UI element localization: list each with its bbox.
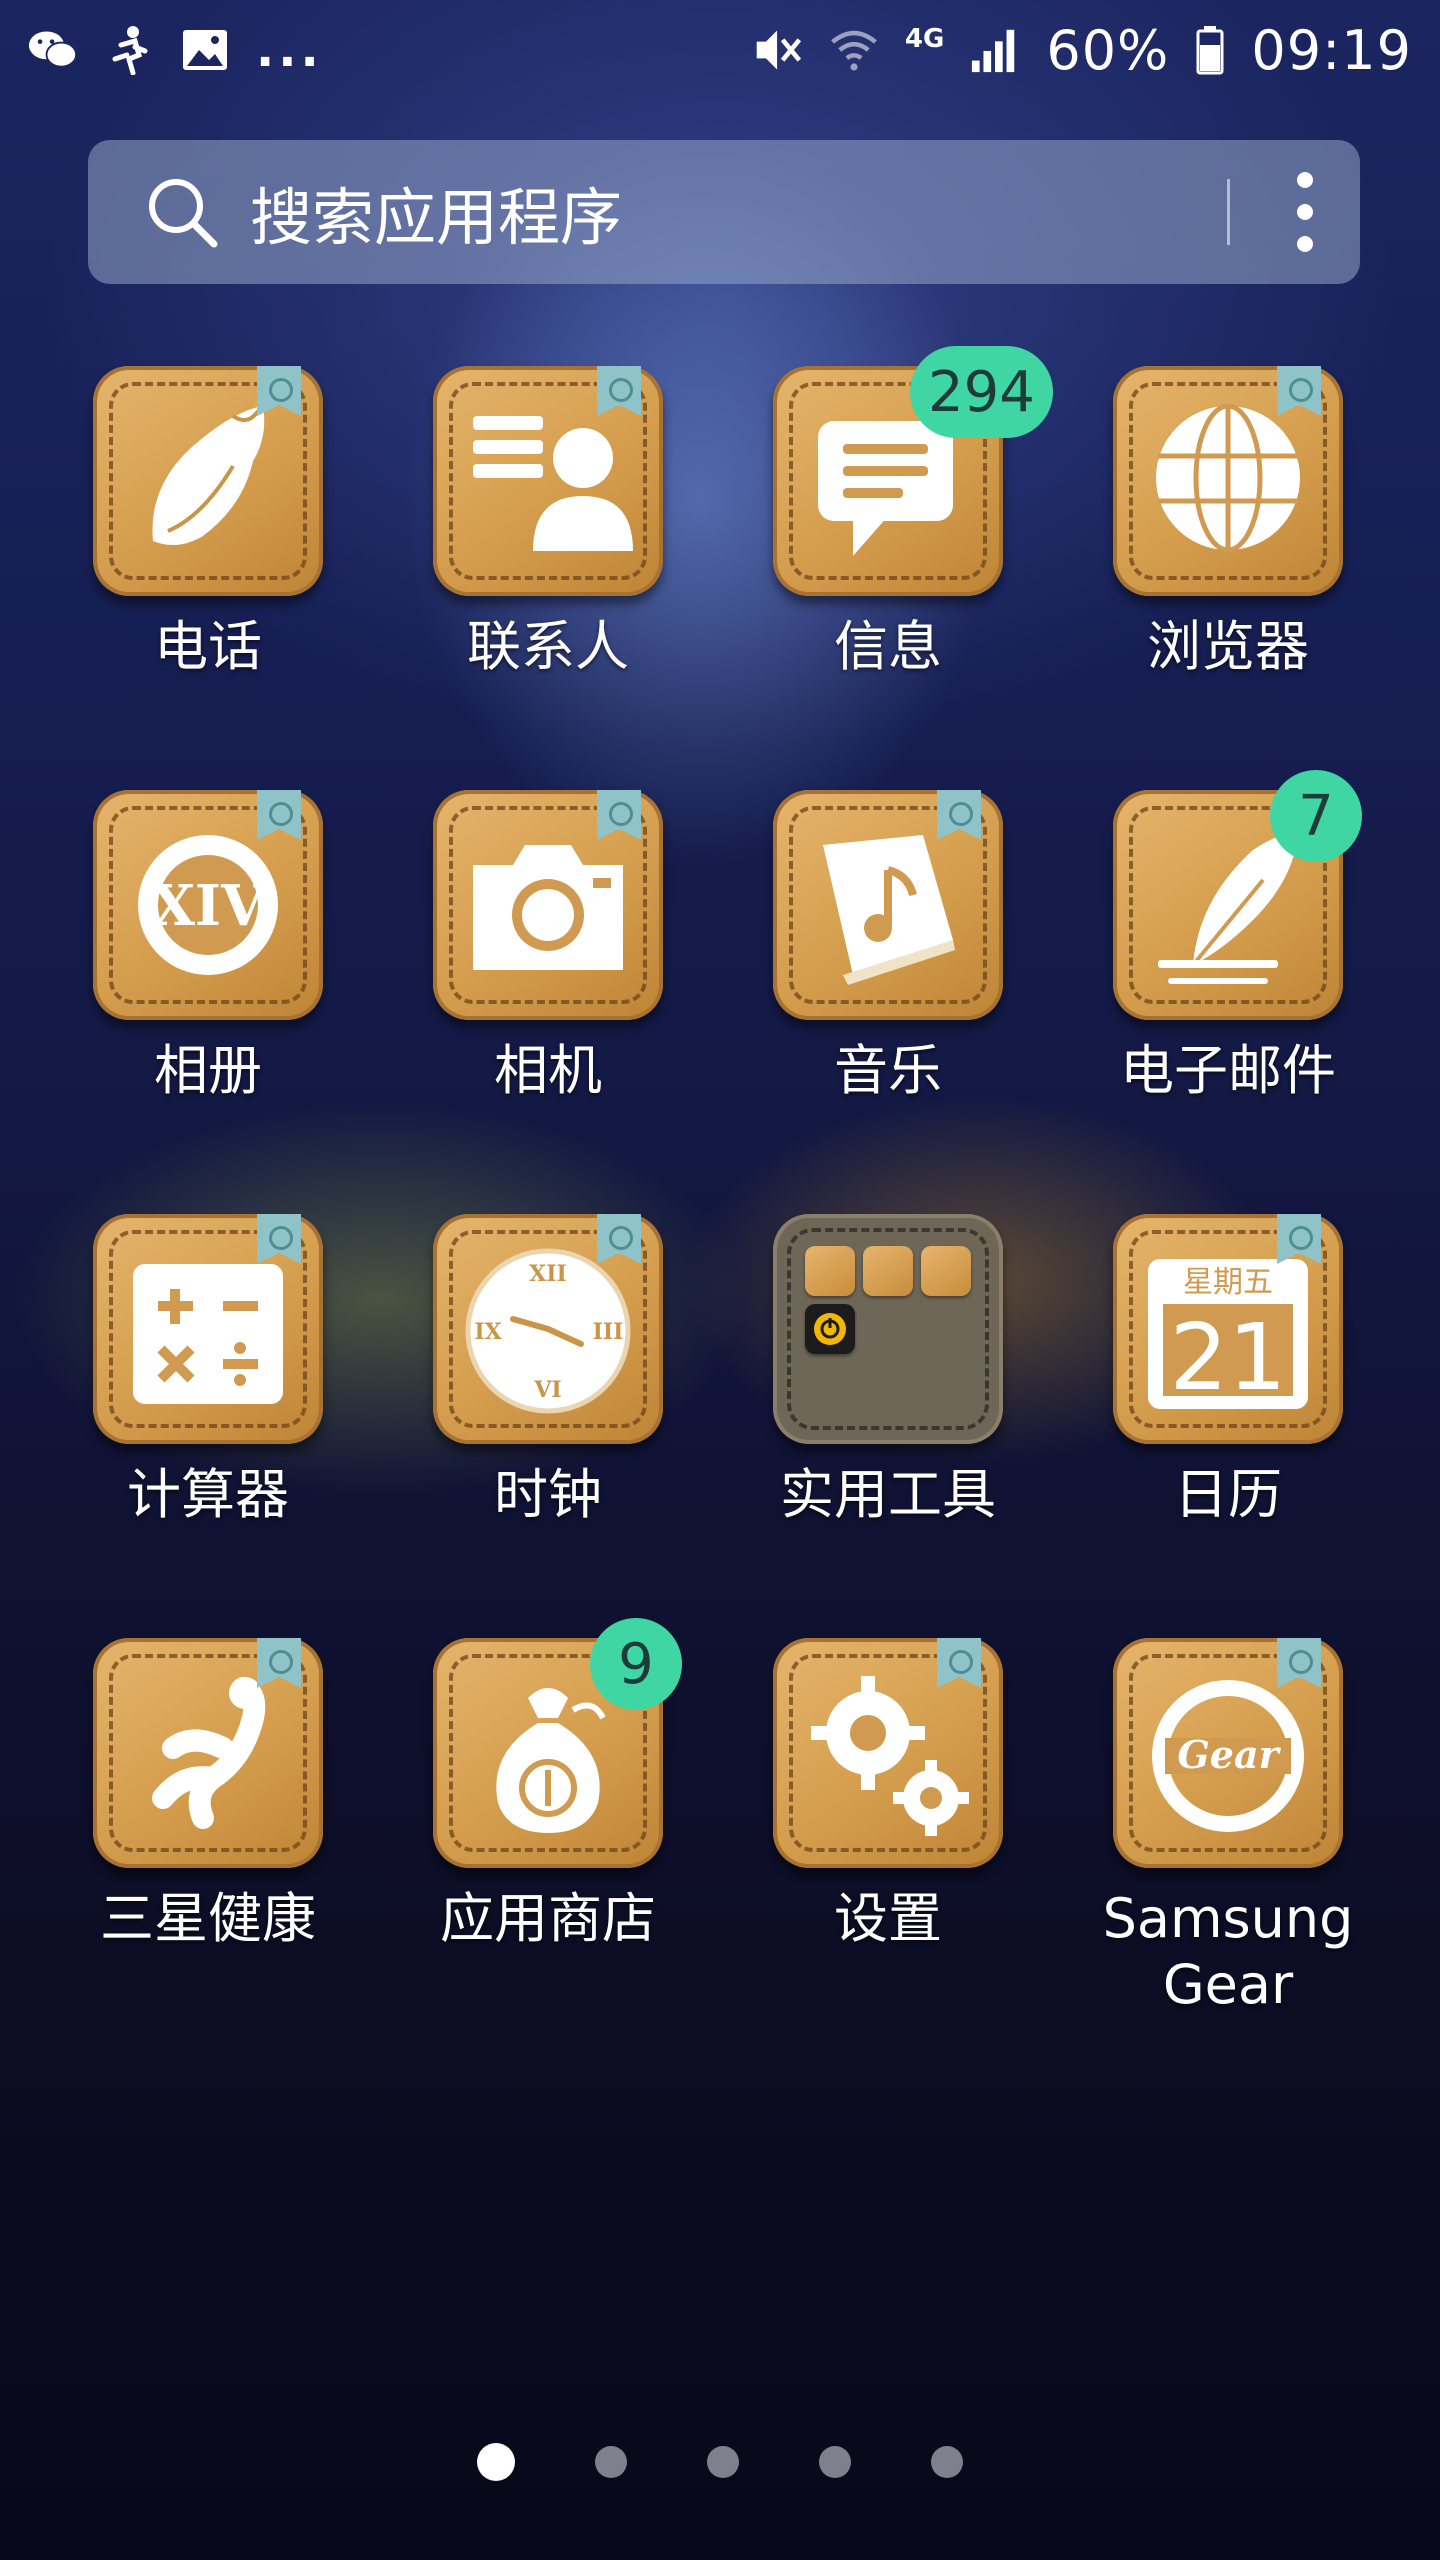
music-book-icon — [773, 790, 1003, 1020]
app-label: 联系人 — [467, 615, 629, 678]
app-label: 信息 — [834, 615, 942, 678]
app-camera[interactable]: 相机 — [378, 790, 718, 1104]
clock-numeral: VI — [533, 1377, 561, 1403]
contact-card-icon — [433, 366, 663, 596]
app-label: 音乐 — [834, 1039, 942, 1102]
page-dot[interactable] — [819, 2446, 851, 2478]
calendar-icon: 星期五 21 — [1113, 1214, 1343, 1444]
page-dot[interactable] — [931, 2446, 963, 2478]
mini-power-icon — [805, 1304, 855, 1354]
app-label: 电子邮件 — [1120, 1039, 1336, 1102]
app-label: 电话 — [154, 615, 262, 678]
app-label: 相册 — [154, 1039, 262, 1102]
app-calculator[interactable]: 计算器 — [38, 1214, 378, 1528]
unread-badge: 294 — [910, 346, 1053, 438]
app-label: 三星健康 — [100, 1887, 316, 1950]
app-label: 时钟 — [494, 1463, 602, 1526]
page-dot[interactable] — [707, 2446, 739, 2478]
app-email[interactable]: 7 电子邮件 — [1058, 770, 1398, 1104]
camera-icon — [433, 790, 663, 1020]
app-store[interactable]: 9 应用商店 — [378, 1618, 718, 1952]
clock-numeral: IX — [474, 1319, 502, 1345]
calendar-day: 21 — [1169, 1304, 1286, 1411]
app-calendar[interactable]: 星期五 21 日历 — [1058, 1214, 1398, 1528]
app-settings[interactable]: 设置 — [718, 1638, 1058, 1952]
app-label: Samsung Gear — [1102, 1887, 1354, 2016]
app-phone[interactable]: 电话 — [38, 366, 378, 680]
app-label: 设置 — [834, 1887, 942, 1950]
clock-numeral: III — [593, 1319, 624, 1345]
app-contacts[interactable]: 联系人 — [378, 366, 718, 680]
svg-text:XIV: XIV — [151, 873, 266, 939]
app-music[interactable]: 音乐 — [718, 790, 1058, 1104]
folder-icon — [773, 1214, 1003, 1444]
globe-icon — [1113, 366, 1343, 596]
calculator-icon — [93, 1214, 323, 1444]
app-label: 计算器 — [127, 1463, 289, 1526]
health-figure-icon — [93, 1638, 323, 1868]
page-dot[interactable] — [595, 2446, 627, 2478]
page-indicator — [0, 2432, 1440, 2492]
unread-badge: 7 — [1270, 770, 1362, 862]
gears-icon — [773, 1638, 1003, 1868]
page-dot-active[interactable] — [477, 2443, 515, 2481]
app-grid: 电话 联系人 294 信息 浏览器 XIV 相册 相机 音乐 7 电子邮件 计算… — [0, 0, 1440, 2560]
clock-numeral: XII — [529, 1261, 567, 1287]
app-messages[interactable]: 294 信息 — [718, 346, 1058, 680]
app-label: 相机 — [494, 1039, 602, 1102]
gear-emblem-icon: Gear — [1113, 1638, 1343, 1868]
conch-shell-icon — [93, 366, 323, 596]
mini-calendar-icon — [805, 1246, 855, 1296]
app-gallery[interactable]: XIV 相册 — [38, 790, 378, 1104]
app-samsung-health[interactable]: 三星健康 — [38, 1638, 378, 1952]
app-label: 实用工具 — [780, 1463, 996, 1526]
app-label: 应用商店 — [440, 1887, 656, 1950]
app-label: 日历 — [1174, 1463, 1282, 1526]
folder-utilities[interactable]: 实用工具 — [718, 1214, 1058, 1528]
clock-icon: XII III VI IX — [433, 1214, 663, 1444]
app-samsung-gear[interactable]: Gear Samsung Gear — [1058, 1638, 1398, 2018]
svg-text:Gear: Gear — [1177, 1732, 1281, 1777]
app-browser[interactable]: 浏览器 — [1058, 366, 1398, 680]
xiv-emblem-icon: XIV — [93, 790, 323, 1020]
app-label: 浏览器 — [1147, 615, 1309, 678]
app-clock[interactable]: XII III VI IX 时钟 — [378, 1214, 718, 1528]
calendar-weekday: 星期五 — [1183, 1265, 1273, 1300]
update-badge: 9 — [590, 1618, 682, 1710]
mini-contacts-icon — [921, 1246, 971, 1296]
mini-notes-icon — [863, 1246, 913, 1296]
